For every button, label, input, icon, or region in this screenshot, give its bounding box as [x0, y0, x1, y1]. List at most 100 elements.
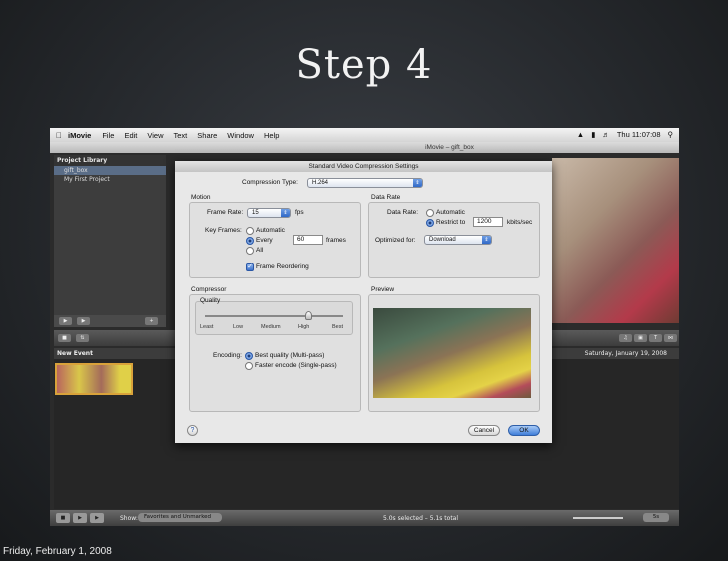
data-rate-label: Data Rate: — [387, 209, 419, 216]
kf-all-radio[interactable] — [246, 247, 254, 255]
volume-icon[interactable]: ♬ — [602, 130, 610, 139]
camera-import-button[interactable]: ■ — [58, 334, 71, 342]
show-filter-select[interactable]: Favorites and Unmarked — [138, 513, 222, 522]
event-title: New Event — [57, 350, 93, 357]
project-item[interactable]: gift_box — [54, 166, 166, 175]
menu-window[interactable]: Window — [227, 131, 254, 140]
data-rate-group-title: Data Rate — [371, 194, 401, 201]
restrict-to-radio[interactable] — [426, 219, 434, 227]
window-title-bar: iMovie – gift_box — [50, 142, 679, 153]
compression-type-select[interactable]: H.264 ⇕ — [307, 178, 423, 188]
photo-icon[interactable]: ▣ — [634, 334, 647, 342]
frame-rate-select[interactable]: 15 ⇕ — [247, 208, 291, 218]
quality-tick: Medium — [261, 324, 281, 330]
preview-group-title: Preview — [371, 286, 395, 293]
chevron-updown-icon: ⇕ — [413, 179, 422, 187]
kf-every-field[interactable]: 60 — [293, 235, 323, 245]
wifi-icon[interactable]: ▲ — [577, 130, 584, 139]
quality-tick: Least — [200, 324, 214, 330]
help-button[interactable]: ? — [187, 425, 198, 436]
kf-automatic-radio[interactable] — [246, 227, 254, 235]
bottom-bar: ■ ▶ ▶ Show: Favorites and Unmarked 5.0s … — [50, 510, 679, 526]
footer-date: Friday, February 1, 2008 — [3, 546, 112, 557]
menu-clock[interactable]: Thu 11:07:08 — [617, 130, 661, 139]
title-icon[interactable]: T — [649, 334, 662, 342]
apple-icon[interactable]:  — [50, 131, 68, 140]
camera-button[interactable]: ■ — [56, 513, 70, 523]
kf-frames-label: frames — [326, 237, 346, 244]
menu-app-name[interactable]: iMovie — [68, 131, 91, 140]
menu-view[interactable]: View — [147, 131, 163, 140]
compression-type-value: H.264 — [312, 180, 329, 186]
menu-extras: ▲ ▮ ♬ Thu 11:07:08 ⚲ — [577, 130, 673, 139]
chevron-updown-icon: ⇕ — [281, 209, 290, 217]
encoding-label: Encoding: — [213, 352, 242, 359]
menu-file[interactable]: File — [102, 131, 114, 140]
menu-help[interactable]: Help — [264, 131, 279, 140]
kf-every-label: Every — [256, 237, 273, 244]
spotlight-icon[interactable]: ⚲ — [668, 130, 674, 139]
compression-type-label: Compression Type: — [242, 179, 298, 186]
cancel-button[interactable]: Cancel — [468, 425, 500, 436]
restrict-to-field[interactable]: 1200 — [473, 217, 503, 227]
motion-group-title: Motion — [191, 194, 211, 201]
data-rate-automatic-radio[interactable] — [426, 209, 434, 217]
compressor-group-title: Compressor — [191, 286, 227, 293]
viewer-preview-image — [552, 158, 679, 323]
show-label: Show: — [120, 515, 138, 522]
play-fullscreen-button[interactable]: ▶ — [59, 317, 72, 325]
project-library-header: Project Library — [54, 155, 166, 166]
zoom-value[interactable]: 5s — [643, 513, 669, 522]
event-clip-thumbnail[interactable] — [55, 363, 133, 395]
window-title: iMovie – gift_box — [425, 144, 474, 151]
enc-fast-label: Faster encode (Single-pass) — [255, 362, 337, 369]
key-frames-label: Key Frames: — [205, 227, 242, 234]
slide-title: Step 4 — [295, 42, 433, 88]
battery-icon[interactable]: ▮ — [591, 130, 595, 139]
menu-share[interactable]: Share — [197, 131, 217, 140]
quality-tick: Best — [332, 324, 344, 330]
optimized-for-select[interactable]: Download ⇕ — [424, 235, 492, 245]
fps-label: fps — [295, 209, 304, 216]
frame-reordering-label: Frame Reordering — [256, 263, 309, 270]
project-item[interactable]: My First Project — [54, 175, 166, 184]
project-library: Project Library gift_box My First Projec… — [54, 155, 166, 315]
event-date: Saturday, January 19, 2008 — [584, 350, 667, 357]
compression-settings-dialog: Standard Video Compression Settings Comp… — [175, 161, 552, 443]
data-rate-automatic-label: Automatic — [436, 209, 465, 216]
quality-slider-track[interactable] — [205, 315, 343, 317]
preview-image — [373, 308, 531, 398]
library-toolbar: ▶ ▶ + — [54, 315, 166, 327]
optimized-for-value: Download — [429, 237, 456, 243]
frame-rate-label: Frame Rate: — [207, 209, 244, 216]
restrict-to-label: Restrict to — [436, 219, 466, 226]
ok-button[interactable]: OK — [508, 425, 540, 436]
quality-tick: High — [298, 324, 310, 330]
frame-rate-value: 15 — [252, 210, 259, 216]
enc-fast-radio[interactable] — [245, 362, 253, 370]
quality-tick: Low — [233, 324, 244, 330]
enc-best-radio[interactable] — [245, 352, 253, 360]
fullscreen-play-button[interactable]: ▶ — [73, 513, 87, 523]
music-icon[interactable]: ♫ — [619, 334, 632, 342]
menu-text[interactable]: Text — [174, 131, 188, 140]
play-button[interactable]: ▶ — [77, 317, 90, 325]
transition-icon[interactable]: ⋈ — [664, 334, 677, 342]
kf-every-radio[interactable] — [246, 237, 254, 245]
swap-button[interactable]: ⇅ — [76, 334, 89, 342]
kbits-label: kbits/sec — [507, 219, 533, 226]
chevron-updown-icon: ⇕ — [482, 236, 491, 244]
frame-reordering-checkbox[interactable]: ✓ — [246, 263, 254, 271]
selection-status: 5.0s selected – 5.1s total — [383, 515, 459, 522]
enc-best-label: Best quality (Multi-pass) — [255, 352, 325, 359]
kf-automatic-label: Automatic — [256, 227, 285, 234]
menu-bar:  iMovie File Edit View Text Share Windo… — [50, 128, 679, 142]
menu-edit[interactable]: Edit — [124, 131, 137, 140]
quality-slider-knob[interactable] — [304, 311, 312, 320]
kf-all-label: All — [256, 247, 264, 254]
zoom-slider[interactable] — [573, 517, 623, 519]
imovie-screenshot:  iMovie File Edit View Text Share Windo… — [50, 128, 679, 526]
optimized-for-label: Optimized for: — [375, 237, 416, 244]
add-project-button[interactable]: + — [145, 317, 158, 325]
play-event-button[interactable]: ▶ — [90, 513, 104, 523]
